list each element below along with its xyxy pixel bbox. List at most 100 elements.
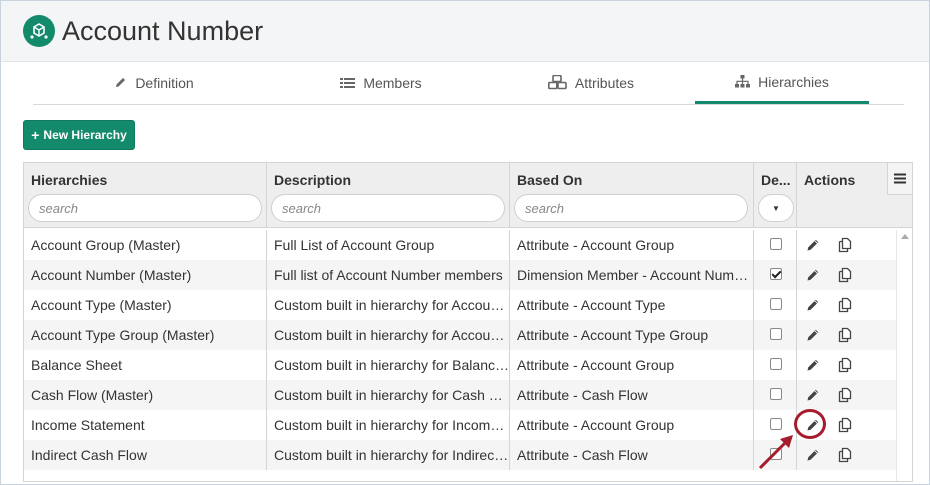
- default-filter-select[interactable]: ▼: [758, 194, 794, 222]
- default-checkbox[interactable]: [770, 268, 782, 280]
- edit-pencil-icon[interactable]: [805, 237, 821, 253]
- default-checkbox[interactable]: [770, 448, 782, 460]
- based-on-cell: Attribute - Account Group: [510, 230, 754, 260]
- copy-icon[interactable]: [837, 237, 853, 253]
- edit-pencil-icon[interactable]: [805, 297, 821, 313]
- hierarchy-name-cell: Income Statement: [24, 410, 267, 440]
- vertical-scrollbar[interactable]: [896, 230, 912, 481]
- pencil-icon: [116, 78, 126, 87]
- sitemap-icon: [735, 75, 751, 88]
- cube-network-icon: [23, 15, 55, 47]
- edit-pencil-icon[interactable]: [805, 357, 821, 373]
- table-row[interactable]: Account Number (Master) Full list of Acco…: [24, 260, 896, 290]
- actions-cell: [797, 380, 896, 410]
- tab-bar: Definition Members Attributes Hierarchie…: [33, 62, 904, 105]
- tab-hierarchies[interactable]: Hierarchies: [695, 62, 869, 104]
- plus-icon: +: [31, 127, 40, 143]
- based-on-cell: Attribute - Cash Flow: [510, 380, 754, 410]
- column-label: Hierarchies: [31, 172, 108, 188]
- copy-icon[interactable]: [837, 267, 853, 283]
- column-label: De...: [761, 172, 791, 188]
- edit-pencil-icon[interactable]: [805, 267, 821, 283]
- description-search-input[interactable]: [271, 194, 505, 222]
- column-header-description[interactable]: Description: [267, 163, 510, 227]
- hamburger-icon: [894, 173, 906, 184]
- default-cell: [754, 260, 797, 290]
- description-cell: Full List of Account Group: [267, 230, 510, 260]
- scroll-up-icon[interactable]: [901, 234, 909, 239]
- copy-icon[interactable]: [837, 417, 853, 433]
- based-on-search-input[interactable]: [514, 194, 748, 222]
- tab-definition[interactable]: Definition: [33, 62, 275, 103]
- hierarchy-name-cell: Account Number (Master): [24, 260, 267, 290]
- hierarchy-name-cell: Account Group (Master): [24, 230, 267, 260]
- description-cell: Custom built in hierarchy for Income Sta…: [267, 410, 510, 440]
- copy-icon[interactable]: [837, 387, 853, 403]
- column-header-hierarchies[interactable]: Hierarchies: [24, 163, 267, 227]
- column-header-default[interactable]: De... ▼: [754, 163, 797, 227]
- tab-label: Members: [363, 74, 422, 91]
- default-cell: [754, 440, 797, 470]
- tab-label: Hierarchies: [758, 73, 829, 90]
- description-cell: Custom built in hierarchy for Cash Flow: [267, 380, 510, 410]
- table-row[interactable]: Balance Sheet Custom built in hierarchy f…: [24, 350, 896, 380]
- hierarchies-grid: Hierarchies Description Based On De... ▼…: [23, 162, 913, 482]
- copy-icon[interactable]: [837, 297, 853, 313]
- actions-cell: [797, 440, 896, 470]
- default-checkbox[interactable]: [770, 388, 782, 400]
- default-checkbox[interactable]: [770, 298, 782, 310]
- default-checkbox[interactable]: [770, 328, 782, 340]
- hierarchy-name-cell: Balance Sheet: [24, 350, 267, 380]
- default-cell: [754, 230, 797, 260]
- edit-pencil-icon[interactable]: [805, 387, 821, 403]
- hierarchy-name-cell: Cash Flow (Master): [24, 380, 267, 410]
- actions-cell: [797, 350, 896, 380]
- default-cell: [754, 410, 797, 440]
- copy-icon[interactable]: [837, 447, 853, 463]
- edit-pencil-icon[interactable]: [805, 327, 821, 343]
- default-cell: [754, 380, 797, 410]
- edit-pencil-icon[interactable]: [805, 447, 821, 463]
- tab-attributes[interactable]: Attributes: [487, 62, 695, 103]
- table-row[interactable]: Account Group (Master) Full List of Accou…: [24, 230, 896, 260]
- based-on-cell: Dimension Member - Account Number: [510, 260, 754, 290]
- table-row[interactable]: Account Type (Master) Custom built in hie…: [24, 290, 896, 320]
- description-cell: Custom built in hierarchy for Balance Sh…: [267, 350, 510, 380]
- column-label: Actions: [804, 172, 856, 188]
- table-row[interactable]: Income Statement Custom built in hierarch…: [24, 410, 896, 440]
- based-on-cell: Attribute - Account Group: [510, 350, 754, 380]
- column-header-based-on[interactable]: Based On: [510, 163, 754, 227]
- table-row[interactable]: Account Type Group (Master) Custom built …: [24, 320, 896, 350]
- tab-label: Attributes: [574, 74, 635, 91]
- new-hierarchy-label: New Hierarchy: [43, 128, 127, 142]
- description-cell: Custom built in hierarchy for Account Ty…: [267, 320, 510, 350]
- list-icon: [340, 77, 356, 88]
- page-title: Account Number: [62, 16, 264, 46]
- hierarchies-search-input[interactable]: [28, 194, 262, 222]
- actions-cell: [797, 290, 896, 320]
- default-checkbox[interactable]: [770, 238, 782, 250]
- default-checkbox[interactable]: [770, 358, 782, 370]
- copy-icon[interactable]: [837, 357, 853, 373]
- page-header: Account Number: [1, 1, 929, 62]
- grid-header: Hierarchies Description Based On De... ▼…: [24, 163, 912, 228]
- tab-label: Definition: [135, 74, 194, 91]
- table-row[interactable]: Cash Flow (Master) Custom built in hierar…: [24, 380, 896, 410]
- based-on-cell: Attribute - Cash Flow: [510, 440, 754, 470]
- actions-cell: [797, 410, 896, 440]
- copy-icon[interactable]: [837, 327, 853, 343]
- tab-members[interactable]: Members: [275, 62, 487, 103]
- default-cell: [754, 290, 797, 320]
- column-label: Description: [274, 172, 352, 188]
- default-cell: [754, 320, 797, 350]
- edit-pencil-icon[interactable]: [805, 417, 821, 433]
- based-on-cell: Attribute - Account Type Group: [510, 320, 754, 350]
- actions-cell: [797, 320, 896, 350]
- table-row[interactable]: Indirect Cash Flow Custom built in hierar…: [24, 440, 896, 470]
- based-on-cell: Attribute - Account Group: [510, 410, 754, 440]
- default-cell: [754, 350, 797, 380]
- default-checkbox[interactable]: [770, 418, 782, 430]
- new-hierarchy-button[interactable]: + New Hierarchy: [23, 120, 135, 150]
- caret-down-icon: ▼: [772, 203, 780, 213]
- column-menu-button[interactable]: [887, 163, 912, 195]
